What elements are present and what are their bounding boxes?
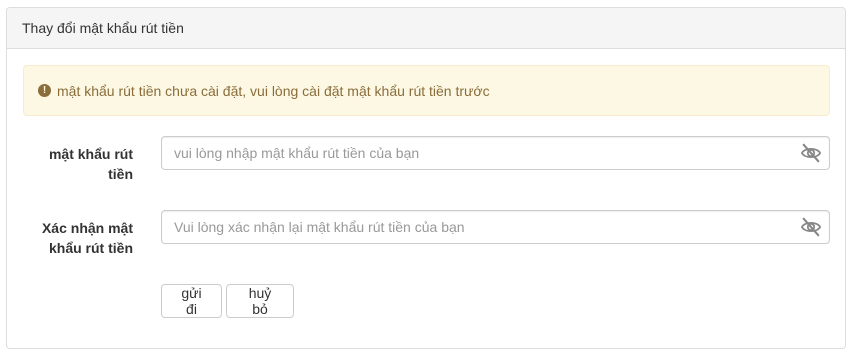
- panel-title: Thay đổi mật khẩu rút tiền: [22, 20, 184, 36]
- eye-slash-icon[interactable]: [800, 217, 822, 237]
- alert-message: mật khẩu rút tiền chưa cài đặt, vui lòng…: [57, 82, 490, 99]
- withdraw-password-input[interactable]: [161, 136, 830, 170]
- confirm-password-input-wrap: [161, 210, 830, 244]
- change-withdraw-password-panel: Thay đổi mật khẩu rút tiền ! mật khẩu rú…: [6, 7, 846, 349]
- panel-heading: Thay đổi mật khẩu rút tiền: [7, 8, 845, 49]
- cancel-button[interactable]: huỷ bỏ: [226, 284, 294, 318]
- password-input-wrap: [161, 136, 830, 170]
- password-label: mật khẩu rút tiền: [48, 146, 133, 182]
- warning-alert: ! mật khẩu rút tiền chưa cài đặt, vui lò…: [23, 65, 830, 116]
- submit-button[interactable]: gửi đi: [161, 284, 222, 318]
- eye-slash-icon[interactable]: [800, 143, 822, 163]
- exclamation-circle-icon: !: [38, 84, 51, 97]
- confirm-withdraw-password-input[interactable]: [161, 210, 830, 244]
- confirm-password-label: Xác nhận mật khẩu rút tiền: [41, 220, 133, 256]
